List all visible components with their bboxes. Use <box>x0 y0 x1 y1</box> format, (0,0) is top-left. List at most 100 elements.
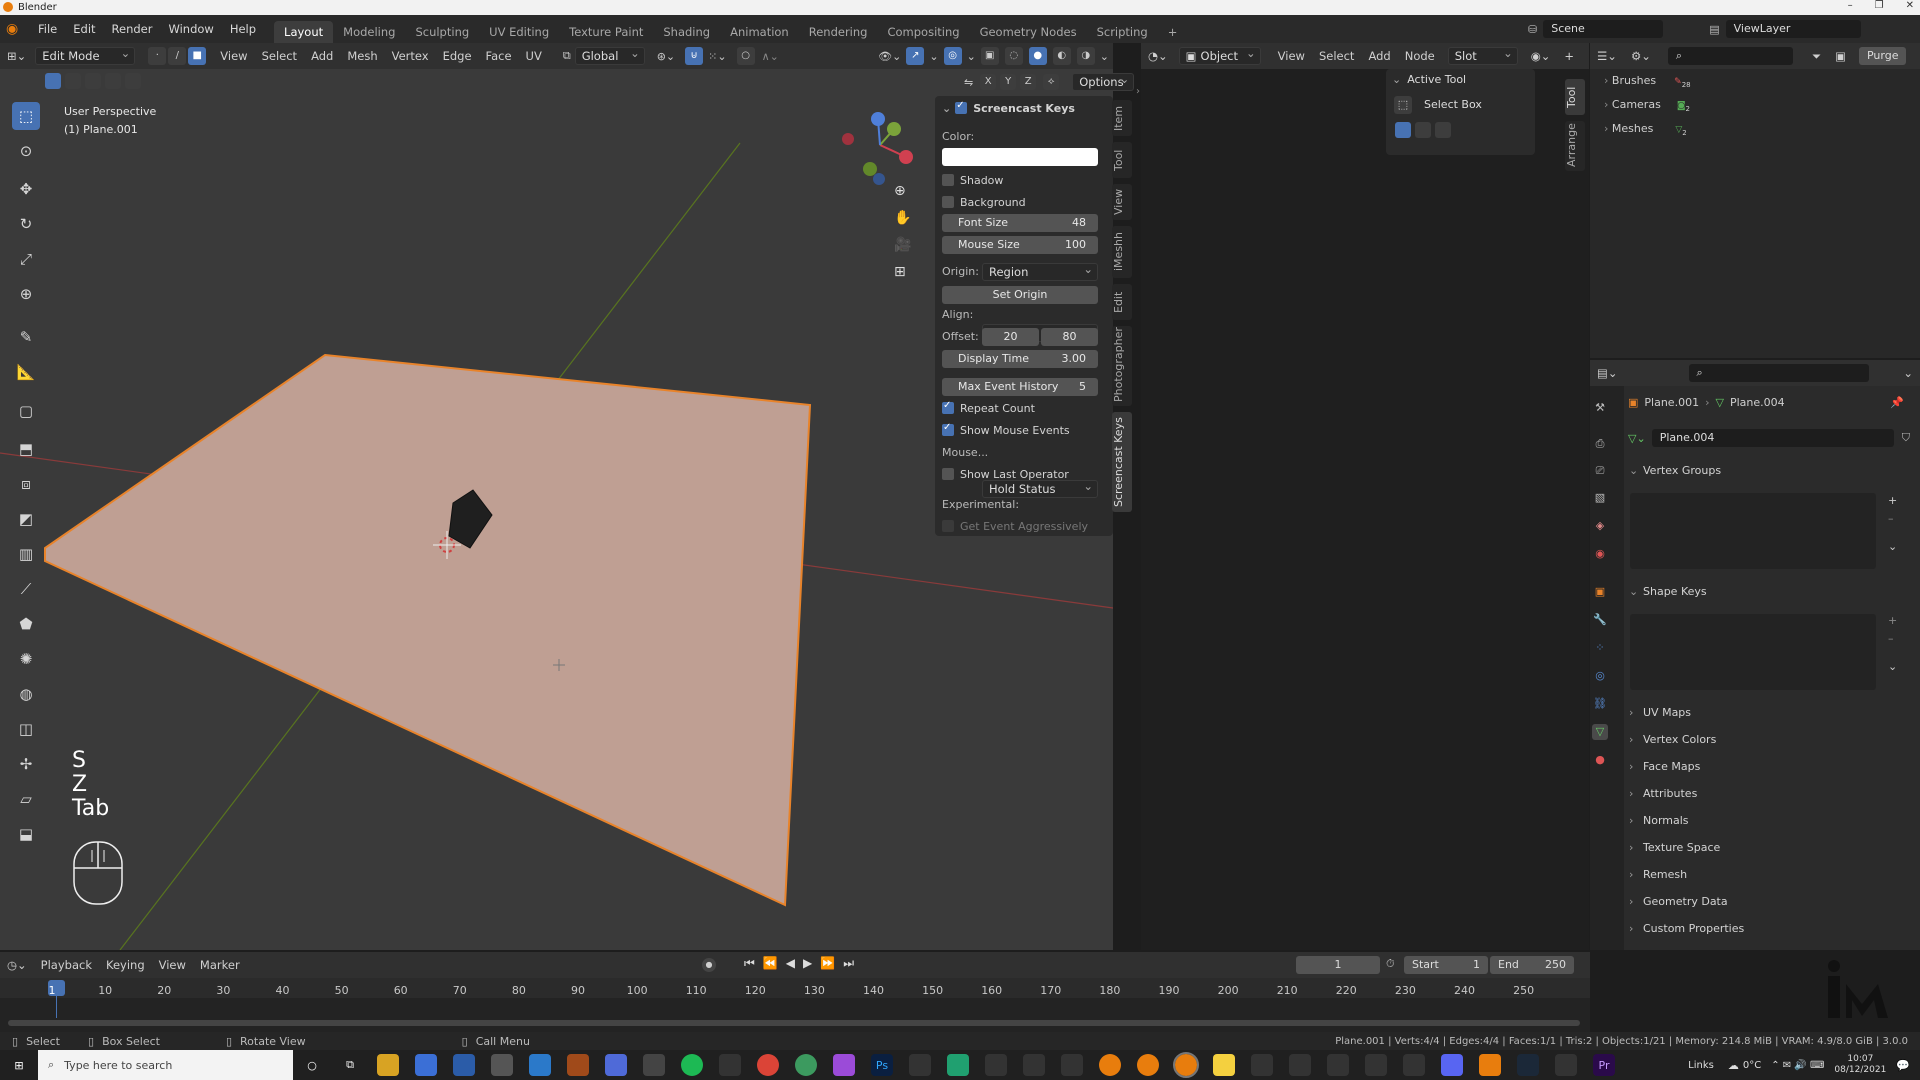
object-tab-icon[interactable]: ▣ <box>1592 584 1608 600</box>
outliner-search-input[interactable]: ⌕ <box>1667 47 1793 65</box>
shape-keys-list[interactable] <box>1630 614 1876 690</box>
shadow-checkbox[interactable]: Shadow <box>942 174 1098 187</box>
timeline-type-icon[interactable]: ◷⌄ <box>0 958 34 972</box>
system-tray-icons[interactable]: ⌃ ✉ 🔊 ⌨ <box>1771 1060 1824 1071</box>
npanel-expand-icon[interactable]: › <box>1136 86 1140 97</box>
overlay-dropdown-icon[interactable]: ⌄ <box>967 50 976 63</box>
pan-hand-icon[interactable]: ✋ <box>894 210 911 226</box>
clock-icon[interactable]: ⏱ <box>1386 957 1395 971</box>
app-icon-1[interactable] <box>415 1054 437 1076</box>
minimize-button[interactable]: – <box>1848 0 1853 11</box>
app-icon-15[interactable] <box>1403 1054 1425 1076</box>
close-button[interactable]: ✕ <box>1906 0 1914 11</box>
menu-playback[interactable]: Playback <box>34 958 99 972</box>
menu-uv[interactable]: UV <box>519 49 549 63</box>
mesh-name-field[interactable]: Plane.004 <box>1651 429 1894 447</box>
clock[interactable]: 10:07 08/12/2021 <box>1834 1054 1886 1076</box>
scene-icon[interactable]: ⛁ <box>1528 23 1537 36</box>
photoshop-icon[interactable]: Ps <box>871 1054 893 1076</box>
mesh-browse-icon[interactable]: ▽⌄ <box>1628 432 1646 445</box>
select-intersect-icon[interactable] <box>125 73 141 89</box>
taskbar-links[interactable]: Links <box>1688 1060 1714 1071</box>
outliner[interactable]: ☰⌄ ⚙⌄ ⌕ ⏷ ▣ Purge › Brushes ✎28 › Cameras… <box>1590 43 1920 358</box>
app-icon-17[interactable] <box>1555 1054 1577 1076</box>
properties-search-input[interactable]: ⌕ <box>1688 364 1869 382</box>
modifier-tab-icon[interactable]: 🔧 <box>1592 612 1608 628</box>
tab-compositing[interactable]: Compositing <box>877 21 969 43</box>
new-material-icon[interactable]: + <box>1557 49 1581 63</box>
proportional-edit-icon[interactable]: ○ <box>736 47 755 65</box>
app-icon-3[interactable] <box>567 1054 589 1076</box>
annotate-icon[interactable]: ✎ <box>12 323 40 351</box>
tool-tab-icon[interactable]: ⚒ <box>1592 400 1608 416</box>
tool-mode-subtract-icon[interactable] <box>1435 122 1451 138</box>
move-icon[interactable]: ✥ <box>12 175 40 203</box>
tab-modeling[interactable]: Modeling <box>333 21 405 43</box>
app-icon-11[interactable] <box>1023 1054 1045 1076</box>
menu-edge[interactable]: Edge <box>436 49 479 63</box>
poly-build-icon[interactable]: ⬟ <box>12 610 40 638</box>
node-menu-add[interactable]: Add <box>1361 49 1397 63</box>
tab-shading[interactable]: Shading <box>653 21 720 43</box>
world-tab-icon[interactable]: ◉ <box>1592 546 1608 562</box>
active-tool-title[interactable]: ⌄ Active Tool <box>1392 73 1466 86</box>
select-box-tool-icon[interactable]: ⬚ <box>1394 96 1412 114</box>
play-reverse-icon[interactable]: ◀ <box>786 956 795 971</box>
constraints-tab-icon[interactable]: ⛓ <box>1592 696 1608 712</box>
particles-tab-icon[interactable]: ⁘ <box>1592 640 1608 656</box>
loop-cut-icon[interactable]: ▥ <box>12 540 40 568</box>
npanel-tab-screencast-keys[interactable]: Screencast Keys <box>1112 412 1132 512</box>
npanel-tab-edit[interactable]: Edit <box>1112 284 1132 320</box>
next-keyframe-icon[interactable]: ⏩ <box>820 956 835 971</box>
jump-end-icon[interactable]: ⏭ <box>843 956 854 971</box>
display-mode-icon[interactable]: ⚙⌄ <box>1624 49 1658 63</box>
prev-keyframe-icon[interactable]: ⏪ <box>763 956 778 971</box>
app-icon-10[interactable] <box>985 1054 1007 1076</box>
section-remesh[interactable]: › Remesh <box>1629 865 1911 885</box>
viewlayer-icon[interactable]: ▤ <box>1709 23 1719 36</box>
extrude-icon[interactable]: ⬒ <box>12 435 40 463</box>
edge-select-icon[interactable]: / <box>168 47 187 65</box>
node-menu-node[interactable]: Node <box>1398 49 1442 63</box>
select-box-icon[interactable]: ⬚ <box>12 102 40 130</box>
material-tab-icon[interactable]: ● <box>1592 752 1608 768</box>
taskbar-search-input[interactable]: Type here to search <box>64 1059 172 1072</box>
node-tab-tool[interactable]: Tool <box>1565 79 1585 115</box>
select-new-icon[interactable] <box>45 73 61 89</box>
app-icon-6[interactable] <box>719 1054 741 1076</box>
offset-y-field[interactable]: 80 <box>1041 328 1098 346</box>
app-icon-4[interactable] <box>605 1054 627 1076</box>
node-menu-view[interactable]: View <box>1271 49 1312 63</box>
remove-shape-key-button[interactable]: – <box>1888 632 1894 645</box>
app-icon-2[interactable] <box>491 1054 513 1076</box>
menu-help[interactable]: Help <box>222 15 264 43</box>
tab-rendering[interactable]: Rendering <box>799 21 878 43</box>
offset-x-field[interactable]: 20 <box>982 328 1039 346</box>
section-custom-properties[interactable]: › Custom Properties <box>1629 919 1911 939</box>
auto-merge-icon[interactable]: ⟡ <box>1043 74 1060 90</box>
add-vertex-group-button[interactable]: + <box>1888 494 1897 507</box>
shear-icon[interactable]: ▱ <box>12 785 40 813</box>
premiere-icon[interactable]: Pr <box>1593 1054 1615 1076</box>
menu-face[interactable]: Face <box>479 49 519 63</box>
get-event-aggressively-checkbox[interactable]: Get Event Aggressively <box>942 520 1098 533</box>
output-tab-icon[interactable]: ⎚ <box>1592 463 1608 479</box>
scene-tab-icon[interactable]: ◈ <box>1592 518 1608 534</box>
task-view-icon[interactable]: ⧉ <box>339 1054 361 1076</box>
zoom-icon[interactable]: ⊕ <box>894 183 911 199</box>
tab-texture-paint[interactable]: Texture Paint <box>559 21 653 43</box>
gizmo-dropdown-icon[interactable]: ⌄ <box>929 50 938 63</box>
outliner-item-cameras[interactable]: › Cameras ◙2 <box>1604 95 1691 119</box>
slot-selector[interactable]: Slot <box>1447 45 1518 65</box>
record-icon[interactable]: ● <box>702 958 716 972</box>
blender-menu-icon[interactable]: ◉ <box>6 21 30 37</box>
tab-animation[interactable]: Animation <box>720 21 799 43</box>
rip-icon[interactable]: ⬓ <box>12 820 40 848</box>
app-icon-16[interactable] <box>1479 1054 1501 1076</box>
npanel-tab-imeshh[interactable]: iMeshh <box>1112 226 1132 278</box>
section-shape-keys[interactable]: ⌄ Shape Keys <box>1629 582 1911 602</box>
add-workspace-button[interactable]: + <box>1158 21 1188 43</box>
origin-dropdown[interactable]: Region <box>982 261 1098 281</box>
blender-taskbar-icon-active[interactable] <box>1173 1052 1199 1078</box>
axis-x-toggle[interactable]: X <box>980 74 997 90</box>
